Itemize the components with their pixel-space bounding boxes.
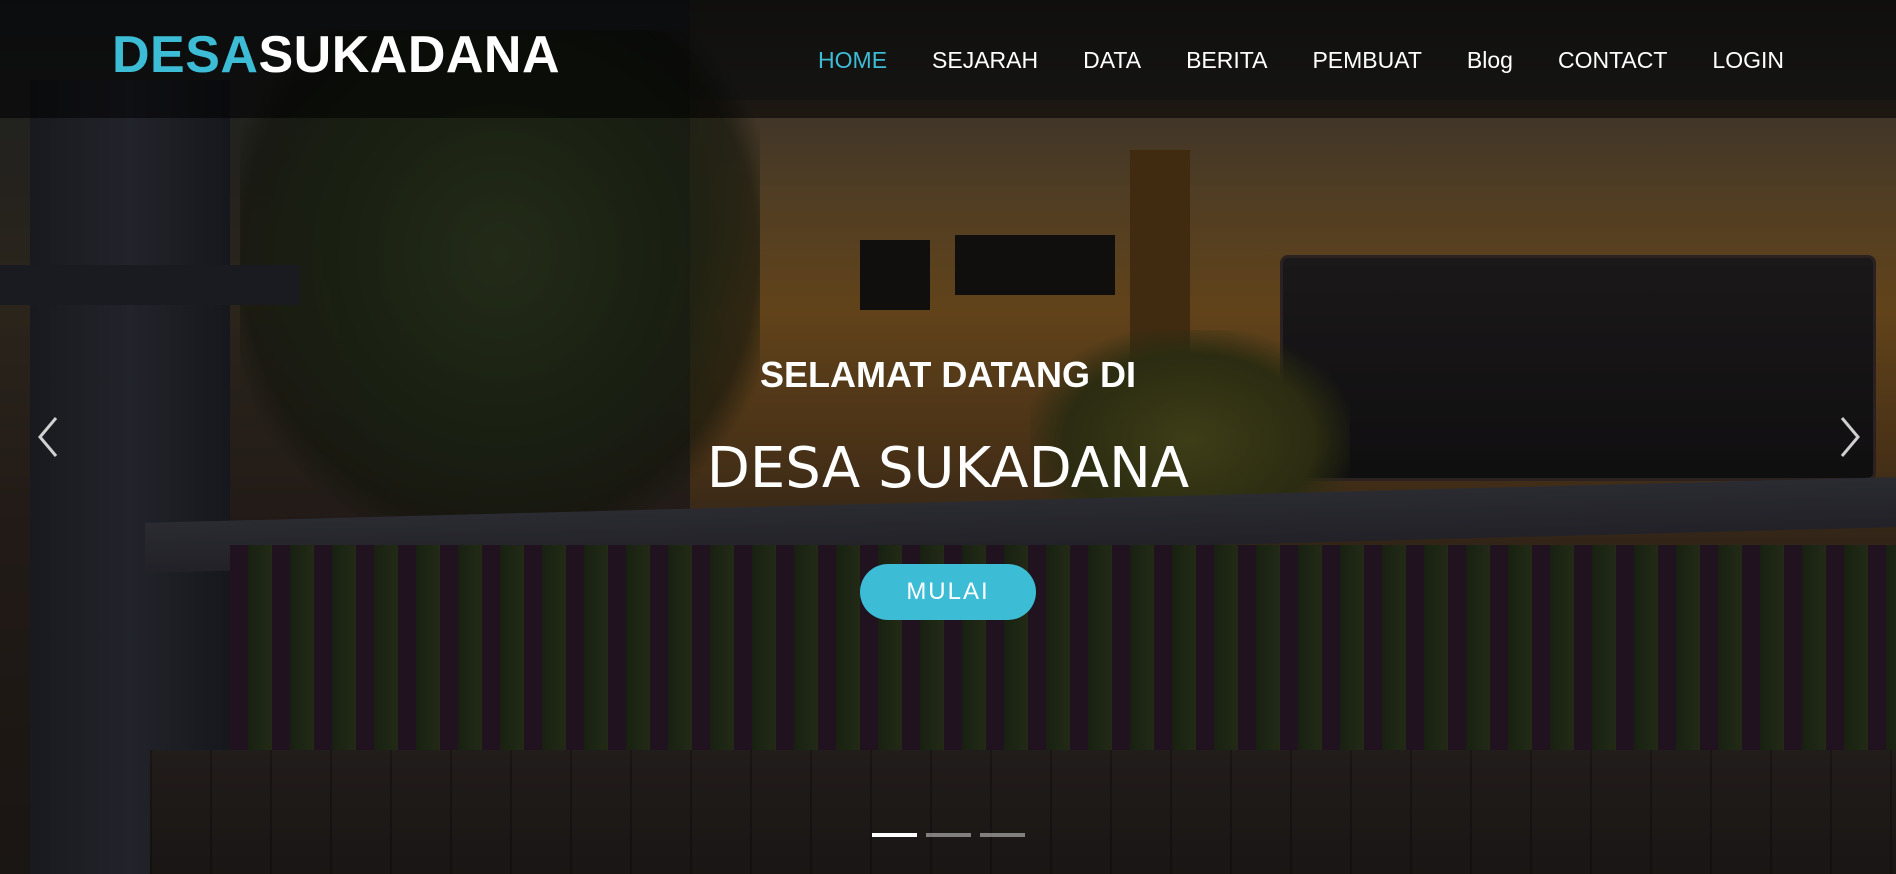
hero-subtitle: SELAMAT DATANG DI — [760, 354, 1136, 395]
nav-item-login[interactable]: LOGIN — [1712, 40, 1784, 80]
nav-item-data[interactable]: DATA — [1083, 40, 1141, 80]
main-nav: HOME SEJARAH DATA BERITA PEMBUAT Blog CO… — [773, 40, 1784, 80]
carousel-indicator-3[interactable] — [980, 833, 1025, 837]
chevron-right-icon — [1840, 417, 1860, 457]
hero-carousel: DESASUKADANA HOME SEJARAH DATA BERITA PE… — [0, 0, 1896, 874]
nav-item-blog[interactable]: Blog — [1467, 40, 1513, 80]
nav-item-berita[interactable]: BERITA — [1186, 40, 1267, 80]
brand-part-accent: DESA — [112, 26, 259, 84]
nav-item-pembuat[interactable]: PEMBUAT — [1312, 40, 1421, 80]
nav-item-sejarah[interactable]: SEJARAH — [932, 40, 1038, 80]
hero-title: DESA SUKADANA — [706, 436, 1190, 501]
brand-logo[interactable]: DESASUKADANA — [112, 24, 560, 86]
carousel-next-button[interactable] — [1830, 412, 1870, 462]
navbar: DESASUKADANA HOME SEJARAH DATA BERITA PE… — [0, 0, 1896, 118]
carousel-indicator-2[interactable] — [926, 833, 971, 837]
carousel-indicators — [872, 833, 1034, 837]
nav-item-home[interactable]: HOME — [818, 40, 887, 80]
nav-item-contact[interactable]: CONTACT — [1558, 40, 1667, 80]
start-button[interactable]: MULAI — [860, 564, 1036, 620]
brand-part-main: SUKADANA — [258, 26, 561, 84]
carousel-indicator-1[interactable] — [872, 833, 917, 837]
carousel-prev-button[interactable] — [28, 412, 68, 462]
chevron-left-icon — [38, 417, 58, 457]
